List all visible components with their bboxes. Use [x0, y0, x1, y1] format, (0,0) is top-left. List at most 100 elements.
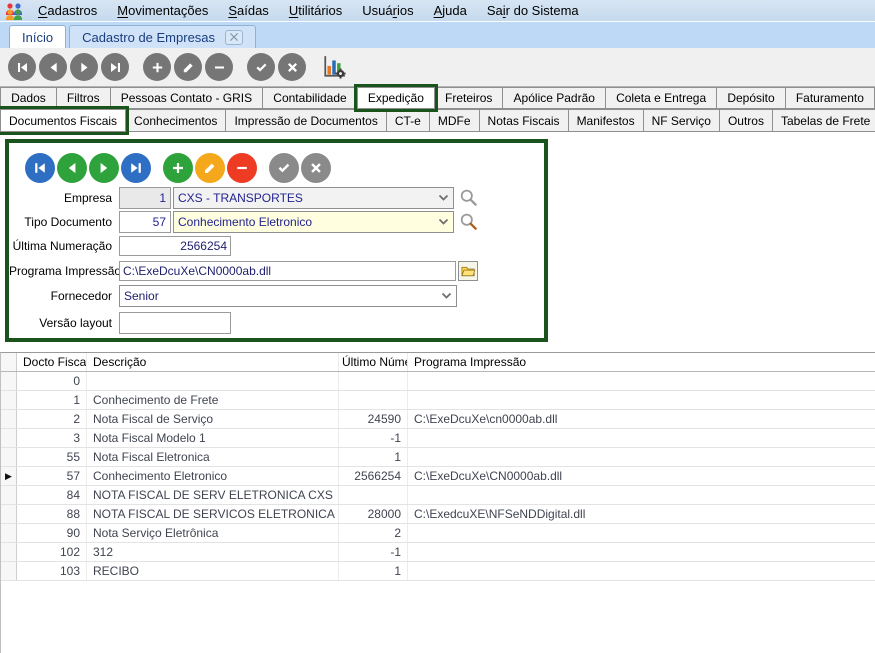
next-button[interactable] — [89, 153, 119, 183]
tab-impressao-de-documentos[interactable]: Impressão de Documentos — [226, 109, 386, 132]
menu-item-saidas[interactable]: Saídas — [218, 0, 278, 21]
table-row[interactable]: 102312-1 — [1, 543, 875, 562]
table-row[interactable]: 2Nota Fiscal de Serviço24590C:\ExeDcuXe\… — [1, 410, 875, 429]
edit-icon — [202, 160, 218, 176]
table-row[interactable]: 90Nota Serviço Eletrônica2 — [1, 524, 875, 543]
cell-descricao: Conhecimento de Frete — [87, 391, 339, 409]
row-indicator — [1, 524, 17, 542]
tab-deposito[interactable]: Depósito — [717, 87, 786, 109]
next-button[interactable] — [70, 53, 98, 81]
report-chart-button[interactable] — [320, 53, 348, 81]
tab-manifestos[interactable]: Manifestos — [569, 109, 644, 132]
cell-descricao: Conhecimento Eletronico — [87, 467, 339, 485]
delete-icon — [212, 60, 227, 75]
tab-tabelas-de-frete[interactable]: Tabelas de Frete — [773, 109, 875, 132]
menu-item-usuarios[interactable]: Usuários — [352, 0, 423, 21]
delete-button[interactable] — [227, 153, 257, 183]
menu-item-movimentacoes[interactable]: Movimentações — [107, 0, 218, 21]
table-row[interactable]: 84NOTA FISCAL DE SERV ELETRONICA CXS — [1, 486, 875, 505]
col-header-ultimo-numero[interactable]: Último Número — [339, 353, 408, 371]
users-group-icon — [4, 2, 24, 20]
cell-ultimo-numero: -1 — [339, 543, 408, 561]
cancel-button[interactable] — [301, 153, 331, 183]
first-button[interactable] — [8, 53, 36, 81]
table-row[interactable]: 0 — [1, 372, 875, 391]
tabs-row-expedicao: Documentos FiscaisConhecimentosImpressão… — [0, 109, 875, 132]
col-header-docto-fiscal[interactable]: Docto Fiscal — [17, 353, 87, 371]
confirm-button[interactable] — [247, 53, 275, 81]
cell-docto-fiscal: 103 — [17, 562, 87, 580]
menu-item-ajuda[interactable]: Ajuda — [424, 0, 477, 21]
table-row[interactable]: 55Nota Fiscal Eletronica1 — [1, 448, 875, 467]
toolbar-group — [247, 53, 306, 81]
empresa-combo[interactable]: CXS - TRANSPORTES — [173, 187, 454, 209]
menu-item-utilitarios[interactable]: Utilitários — [279, 0, 352, 21]
empresa-combo-value: CXS - TRANSPORTES — [178, 191, 434, 205]
tipo-documento-combo[interactable]: Conhecimento Eletronico — [173, 211, 454, 233]
add-button[interactable] — [163, 153, 193, 183]
table-row[interactable]: 1Conhecimento de Frete — [1, 391, 875, 410]
empresa-search-icon[interactable] — [459, 188, 479, 208]
versao-layout-label: Versão layout — [9, 316, 119, 330]
tab-conhecimentos[interactable]: Conhecimentos — [126, 109, 226, 132]
empresa-code-field[interactable] — [119, 187, 171, 209]
tab-documentos-fiscais[interactable]: Documentos Fiscais — [0, 109, 126, 132]
close-tab-button[interactable] — [225, 30, 243, 45]
last-button[interactable] — [101, 53, 129, 81]
versao-layout-field[interactable] — [119, 312, 231, 334]
tipo-documento-search-icon[interactable] — [459, 212, 479, 232]
table-row[interactable]: 103RECIBO1 — [1, 562, 875, 581]
col-header-programa-impressao[interactable]: Programa Impressão — [408, 353, 875, 371]
browse-file-button[interactable] — [458, 261, 478, 281]
tab-mdfe[interactable]: MDFe — [430, 109, 480, 132]
bar-chart-gear-icon — [322, 55, 346, 79]
tab-outros[interactable]: Outros — [720, 109, 773, 132]
cancel-button[interactable] — [278, 53, 306, 81]
menu-item-sair-do-sistema[interactable]: Sair do Sistema — [477, 0, 589, 21]
tab-pessoas-contato-gris[interactable]: Pessoas Contato - GRIS — [111, 87, 264, 109]
tab-notas-fiscais[interactable]: Notas Fiscais — [480, 109, 569, 132]
cell-programa-impressao — [408, 391, 875, 409]
ultima-numeracao-field[interactable] — [119, 236, 231, 256]
edit-button[interactable] — [174, 53, 202, 81]
doc-tab-cadastro-de-empresas[interactable]: Cadastro de Empresas — [69, 25, 256, 48]
doc-tab-inicio-label: Início — [22, 30, 53, 45]
prev-button[interactable] — [57, 153, 87, 183]
tab-coleta-e-entrega[interactable]: Coleta e Entrega — [606, 87, 717, 109]
doc-tab-inicio[interactable]: Início — [9, 25, 66, 48]
tab-apolice-padrao[interactable]: Apólice Padrão — [503, 87, 606, 109]
table-row[interactable]: 3Nota Fiscal Modelo 1-1 — [1, 429, 875, 448]
tipo-documento-code-field[interactable] — [119, 211, 171, 233]
table-row[interactable]: 88NOTA FISCAL DE SERVICOS ELETRONICA2800… — [1, 505, 875, 524]
toolbar-group — [8, 53, 129, 81]
cell-ultimo-numero: -1 — [339, 429, 408, 447]
add-button[interactable] — [143, 53, 171, 81]
last-button[interactable] — [121, 153, 151, 183]
cell-programa-impressao — [408, 448, 875, 466]
cell-descricao: NOTA FISCAL DE SERVICOS ELETRONICA — [87, 505, 339, 523]
confirm-button[interactable] — [269, 153, 299, 183]
prev-button[interactable] — [39, 53, 67, 81]
tab-ct-e[interactable]: CT-e — [387, 109, 430, 132]
ultima-numeracao-label: Última Numeração — [9, 239, 119, 253]
application-window: CadastrosMovimentaçõesSaídasUtilitáriosU… — [0, 0, 875, 653]
delete-button[interactable] — [205, 53, 233, 81]
cell-ultimo-numero — [339, 391, 408, 409]
row-indicator — [1, 505, 17, 523]
edit-button[interactable] — [195, 153, 225, 183]
fornecedor-combo[interactable]: Senior — [119, 285, 457, 307]
tab-contabilidade[interactable]: Contabilidade — [263, 87, 358, 109]
table-row[interactable]: ▶57Conhecimento Eletronico2566254C:\ExeD… — [1, 467, 875, 486]
tab-faturamento[interactable]: Faturamento — [786, 87, 875, 109]
tab-dados[interactable]: Dados — [0, 87, 57, 109]
tab-freteiros[interactable]: Freteiros — [435, 87, 504, 109]
tab-filtros[interactable]: Filtros — [57, 87, 111, 109]
tab-nf-servico[interactable]: NF Serviço — [644, 109, 720, 132]
last-icon — [108, 60, 123, 75]
first-button[interactable] — [25, 153, 55, 183]
programa-impressao-field[interactable] — [119, 261, 456, 281]
tipo-documento-combo-value: Conhecimento Eletronico — [178, 215, 434, 229]
tab-expedicao[interactable]: Expedição — [358, 87, 435, 109]
menu-item-cadastros[interactable]: Cadastros — [28, 0, 107, 21]
col-header-descricao[interactable]: Descrição — [87, 353, 339, 371]
